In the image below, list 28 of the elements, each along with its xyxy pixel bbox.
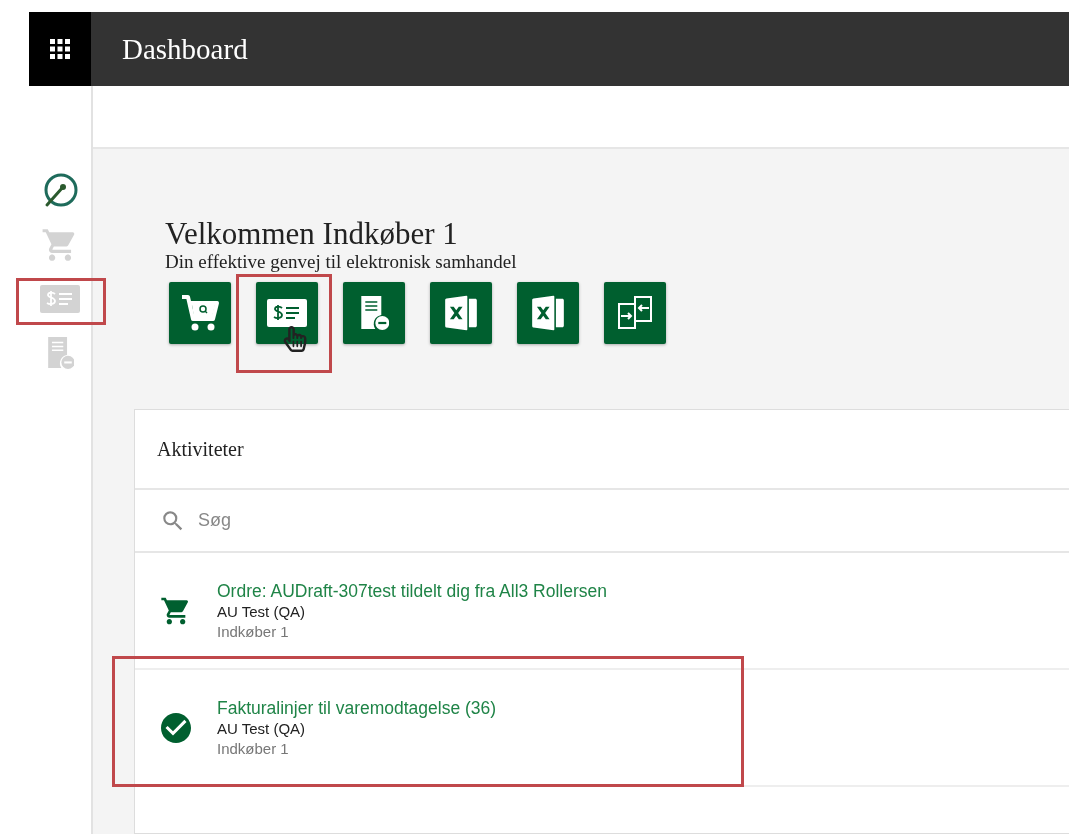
shortcut-button[interactable]	[517, 282, 579, 344]
activity-title: Fakturalinjer til varemodtagelse (36)	[217, 696, 497, 719]
shortcut-button[interactable]	[430, 282, 492, 344]
cart-search-icon	[180, 293, 220, 333]
document-minus-icon	[45, 336, 75, 370]
activity-company: AU Test (QA)	[217, 601, 307, 622]
shortcut-button[interactable]	[343, 282, 405, 344]
apps-button[interactable]	[29, 12, 91, 86]
welcome-title: Velkommen Indkøber 1	[164, 217, 459, 251]
invoice-icon	[40, 285, 80, 313]
activity-company: AU Test (QA)	[217, 718, 307, 739]
card-title: Aktiviteter	[157, 437, 244, 461]
activity-user: Indkøber 1	[217, 738, 290, 759]
spreadsheet-icon	[529, 294, 567, 332]
search-field[interactable]: Søg	[196, 509, 500, 532]
spreadsheet-icon	[442, 294, 480, 332]
activity-user: Indkøber 1	[217, 621, 290, 642]
shortcut-button[interactable]	[169, 282, 231, 344]
page-title: Dashboard	[122, 32, 248, 66]
activity-item[interactable]: Fakturalinjer til varemodtagelse (36) AU Test (QA) Indkøber 1	[135, 670, 1069, 787]
invoice-icon	[267, 299, 307, 327]
exchange-icon	[616, 294, 654, 332]
document-minus-icon	[358, 295, 390, 331]
shortcut-button[interactable]	[256, 282, 318, 344]
activity-title: Ordre: AUDraft-307test tildelt dig fra All3 Rollersen	[217, 579, 608, 602]
welcome-subtitle: Din effektive genvej til elektronisk samhandel	[164, 251, 518, 273]
activity-item[interactable]: Ordre: AUDraft-307test tildelt dig fra All3 Rollersen AU Test (QA) Indkøber 1	[135, 553, 1069, 670]
shortcut-button[interactable]	[604, 282, 666, 344]
